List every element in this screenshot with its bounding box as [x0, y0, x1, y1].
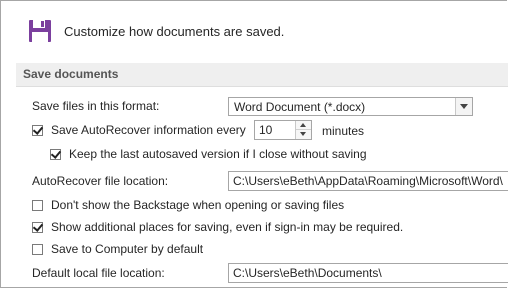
spinner-buttons [295, 121, 311, 139]
autorecover-location-label: AutoRecover file location: [32, 171, 168, 191]
section-header: Save documents [16, 63, 508, 87]
format-label-text: Save files in this format: [32, 99, 160, 113]
autorecover-location-label-text: AutoRecover file location: [32, 174, 169, 188]
keep-last-row: Keep the last autosaved version if I clo… [50, 144, 367, 164]
keep-last-checkbox[interactable] [50, 148, 61, 160]
default-location-label-text: Default local file location: [32, 266, 165, 280]
backstage-row: Don't show the Backstage when opening or… [32, 195, 344, 215]
autorecover-location-value: C:\Users\eBeth\AppData\Roaming\Microsoft… [233, 174, 503, 188]
format-dropdown[interactable]: Word Document (*.docx) [228, 97, 473, 116]
autorecover-row: Save AutoRecover information every [32, 120, 246, 140]
default-location-label: Default local file location: [32, 263, 165, 283]
minutes-label: minutes [322, 121, 364, 141]
default-location-value: C:\Users\eBeth\Documents\ [233, 266, 382, 280]
save-computer-label: Save to Computer by default [51, 242, 204, 256]
autorecover-location-field[interactable]: C:\Users\eBeth\AppData\Roaming\Microsoft… [228, 171, 508, 191]
spin-up-icon[interactable] [296, 121, 311, 130]
default-location-field[interactable]: C:\Users\eBeth\Documents\ [228, 263, 508, 283]
header: Customize how documents are saved. [28, 16, 284, 46]
format-dropdown-value: Word Document (*.docx) [234, 100, 366, 114]
additional-places-row: Show additional places for saving, even … [32, 217, 403, 237]
autorecover-minutes-value[interactable]: 10 [259, 123, 272, 137]
autorecover-label: Save AutoRecover information every [51, 123, 246, 137]
additional-places-checkbox[interactable] [32, 221, 43, 233]
format-label: Save files in this format: [32, 96, 159, 116]
chevron-down-icon[interactable] [455, 98, 472, 115]
header-description: Customize how documents are saved. [64, 23, 285, 39]
backstage-checkbox[interactable] [32, 199, 43, 211]
minutes-label-text: minutes [322, 124, 365, 138]
section-title: Save documents [23, 67, 119, 81]
backstage-label: Don't show the Backstage when opening or… [51, 198, 345, 212]
spin-down-icon[interactable] [296, 130, 311, 139]
keep-last-label: Keep the last autosaved version if I clo… [69, 147, 367, 161]
autorecover-checkbox[interactable] [32, 124, 43, 136]
floppy-disk-icon [28, 19, 52, 43]
autorecover-minutes-spinner[interactable]: 10 [254, 120, 312, 140]
save-computer-checkbox[interactable] [32, 243, 43, 255]
save-computer-row: Save to Computer by default [32, 239, 203, 259]
additional-places-label: Show additional places for saving, even … [51, 220, 404, 234]
